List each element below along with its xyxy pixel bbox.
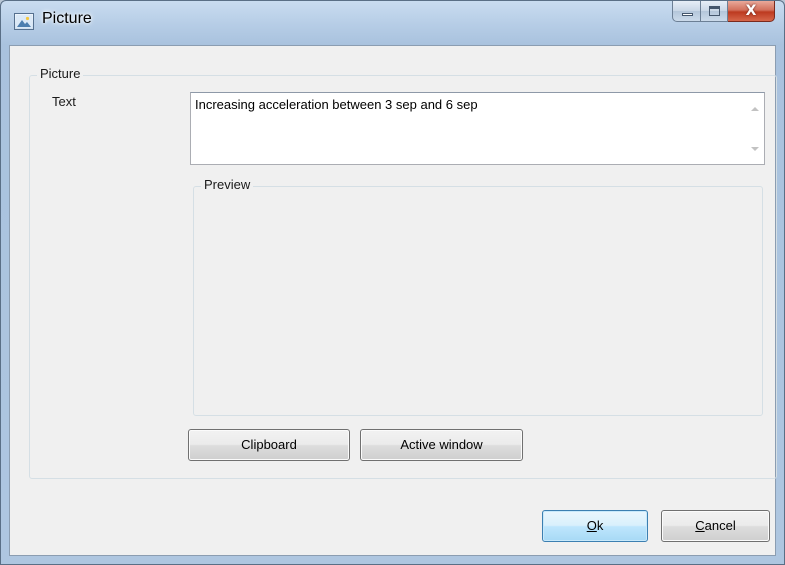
window-title: Picture <box>42 10 92 27</box>
maximize-icon <box>709 6 720 16</box>
picture-icon <box>14 13 34 30</box>
preview-group-box <box>193 186 763 416</box>
dialog-client-area: Picture Text Increasing acceleration bet… <box>9 45 777 556</box>
title-bar[interactable]: Picture X <box>1 1 784 45</box>
scroll-up-icon[interactable] <box>751 107 759 111</box>
close-icon: X <box>745 3 757 19</box>
cancel-label-rest: ancel <box>704 518 736 533</box>
active-window-button[interactable]: Active window <box>360 429 523 461</box>
ok-button[interactable]: Ok <box>542 510 648 542</box>
text-input-scrollbar[interactable] <box>747 93 764 164</box>
ok-label-rest: k <box>596 518 604 533</box>
maximize-button[interactable] <box>701 1 728 22</box>
scroll-down-icon[interactable] <box>751 147 759 151</box>
text-label: Text <box>52 94 76 109</box>
text-input-value: Increasing acceleration between 3 sep an… <box>195 97 478 112</box>
cancel-button[interactable]: Cancel <box>661 510 770 542</box>
minimize-button[interactable] <box>672 1 701 22</box>
ok-mnemonic: O <box>586 518 597 533</box>
caption-buttons: X <box>672 1 775 23</box>
cancel-mnemonic: C <box>695 518 705 533</box>
picture-group-label: Picture <box>37 66 84 81</box>
close-button[interactable]: X <box>728 1 775 22</box>
minimize-icon <box>682 13 693 16</box>
clipboard-button[interactable]: Clipboard <box>188 429 350 461</box>
preview-group-label: Preview <box>201 177 254 192</box>
picture-dialog-window: Picture X Picture Text Increasing accele… <box>0 0 785 565</box>
text-input[interactable]: Increasing acceleration between 3 sep an… <box>190 92 765 165</box>
